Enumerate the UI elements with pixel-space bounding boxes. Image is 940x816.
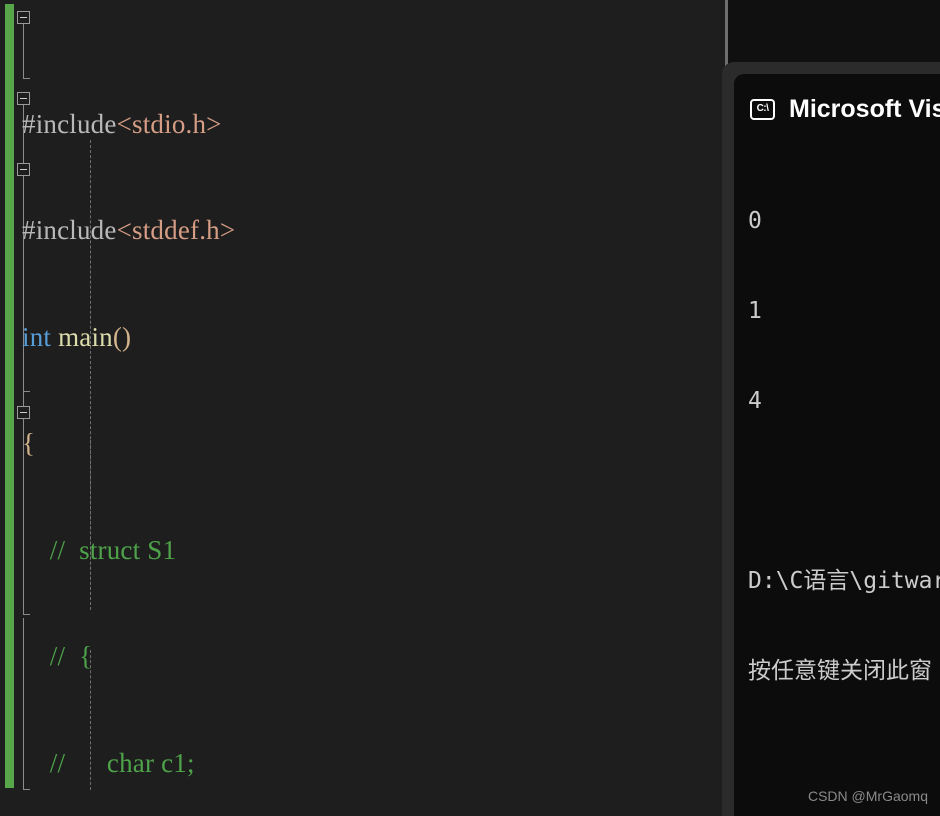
console-window[interactable]: C:\ Microsoft Vis 0 1 4 D:\C语言\gitwar 按任…	[722, 62, 940, 816]
cmd-prompt-icon-label: C:\	[756, 103, 769, 114]
console-path-line: D:\C语言\gitwar	[748, 568, 940, 594]
console-output: 0 1 4 D:\C语言\gitwar 按任意键关闭此窗	[748, 146, 940, 746]
code-line[interactable]: // {	[0, 639, 725, 675]
watermark: CSDN @MrGaomq	[807, 788, 928, 804]
console-title-text: Microsoft Vis	[789, 94, 940, 123]
console-output-line: 0	[748, 208, 762, 234]
code-line[interactable]: #include<stdio.h>	[0, 107, 725, 143]
code-text[interactable]: #include<stdio.h> #include<stddef.h> int…	[0, 0, 725, 816]
console-window-client[interactable]: C:\ Microsoft Vis 0 1 4 D:\C语言\gitwar 按任…	[734, 74, 940, 816]
code-line[interactable]: #include<stddef.h>	[0, 213, 725, 249]
code-line[interactable]: {	[0, 426, 725, 462]
code-line[interactable]: int main()	[0, 320, 725, 356]
console-prompt-line: 按任意键关闭此窗	[748, 658, 932, 684]
cmd-prompt-icon: C:\	[750, 98, 775, 120]
console-output-line: 1	[748, 298, 762, 324]
code-line[interactable]: // char c1;	[0, 746, 725, 782]
console-title-bar[interactable]: C:\ Microsoft Vis	[750, 92, 940, 126]
screenshot-root: #include<stdio.h> #include<stddef.h> int…	[0, 0, 940, 816]
code-editor-pane[interactable]: #include<stdio.h> #include<stddef.h> int…	[0, 0, 725, 816]
console-output-line: 4	[748, 388, 762, 414]
code-line[interactable]: // struct S1	[0, 533, 725, 569]
